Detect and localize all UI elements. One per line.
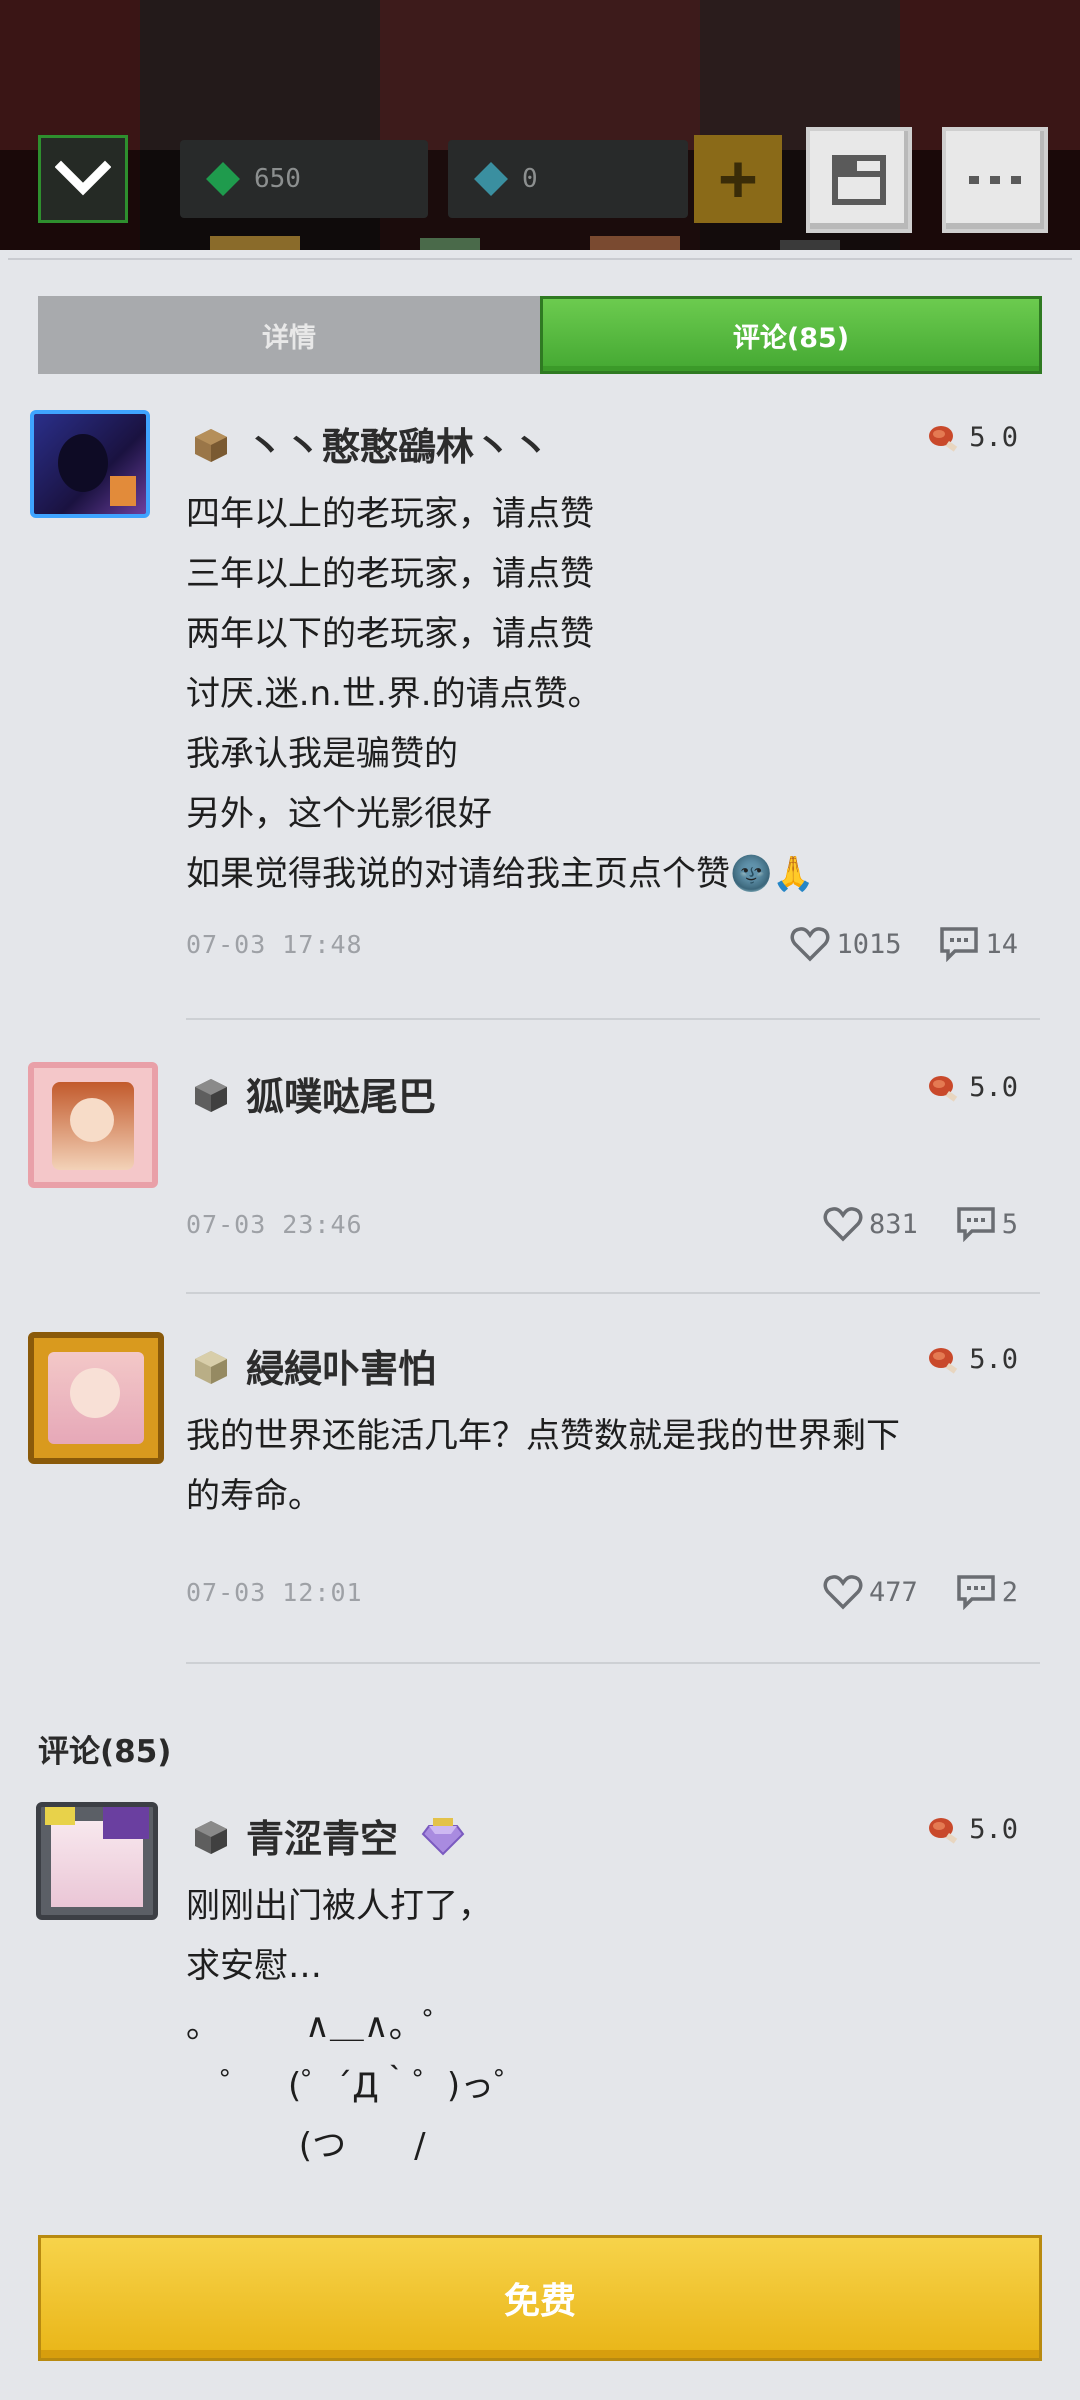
tab-details[interactable]: 详情	[38, 296, 540, 374]
like-count: 1015	[836, 928, 902, 960]
comment-item: 狐噗哒尾巴 5.0 07-03 23:46 831 5	[8, 1060, 1072, 1340]
folder-icon	[832, 155, 886, 205]
comment-item: 青涩青空 5.0 刚刚出门被人打了， 求安慰… 。 ∧＿∧。゜ ゜ (゜´Д｀゜…	[8, 1802, 1072, 2195]
reply-button[interactable]: 5	[956, 1206, 1018, 1242]
like-count: 477	[868, 1576, 918, 1608]
comment-text: 四年以上的老玩家，请点赞 三年以上的老玩家，请点赞 两年以下的老玩家，请点赞 讨…	[186, 494, 815, 894]
reply-count: 5	[1001, 1208, 1018, 1240]
top-bar: 650 0 +	[0, 0, 1080, 250]
drumstick-icon	[929, 1347, 958, 1374]
avatar[interactable]	[28, 1332, 164, 1464]
username-text: 青涩青空	[246, 1817, 399, 1861]
tab-bar: 详情 评论(85)	[38, 296, 1042, 380]
background-blocks	[0, 232, 1080, 250]
heart-icon	[790, 927, 830, 962]
more-button[interactable]	[942, 127, 1048, 233]
like-button[interactable]: 477	[823, 1574, 918, 1610]
comment-text: 刚刚出门被人打了， 求安慰… 。 ∧＿∧。゜ ゜ (゜´Д｀゜)っ゜ (つ /	[186, 1886, 529, 2166]
rating: 5.0	[927, 422, 1018, 453]
bottom-bar: 免费	[0, 2200, 1080, 2400]
diamond-count: 0	[522, 164, 538, 194]
comment-stats: 1015 14	[790, 926, 1018, 962]
more-icon	[969, 176, 1021, 184]
add-currency-button[interactable]: +	[694, 135, 782, 223]
heart-icon	[823, 1207, 863, 1242]
divider	[186, 1018, 1040, 1020]
drumstick-icon	[929, 425, 958, 452]
username[interactable]: 狐噗哒尾巴	[246, 1066, 436, 1121]
chevron-down-icon	[55, 160, 111, 196]
drumstick-icon	[929, 1075, 958, 1102]
wood-block-badge-icon	[195, 429, 227, 462]
comment-bubble-icon	[956, 1207, 995, 1242]
divider	[186, 1662, 1040, 1664]
rating-value: 5.0	[969, 422, 1018, 453]
stone-block-badge-icon	[195, 1079, 227, 1112]
emerald-icon	[206, 162, 240, 196]
comment-stats: 831 5	[823, 1206, 1018, 1242]
comment-time: 07-03 17:48	[186, 930, 363, 959]
username[interactable]: 青涩青空	[246, 1808, 465, 1863]
heart-icon	[823, 1575, 863, 1610]
reply-count: 14	[985, 928, 1018, 960]
sandstone-block-badge-icon	[195, 1351, 227, 1384]
like-button[interactable]: 1015	[790, 926, 901, 962]
divider	[186, 1292, 1040, 1294]
stone-block-badge-icon	[195, 1821, 227, 1854]
free-download-button[interactable]: 免费	[38, 2235, 1042, 2361]
comment-bubble-icon	[940, 927, 979, 962]
avatar[interactable]	[36, 1802, 158, 1920]
username[interactable]: 丶丶憨憨鷂林丶丶	[246, 416, 550, 471]
comment-time: 07-03 23:46	[186, 1210, 363, 1239]
rating-value: 5.0	[969, 1344, 1018, 1375]
comment-item: 丶丶憨憨鷂林丶丶 5.0 四年以上的老玩家，请点赞 三年以上的老玩家，请点赞 两…	[8, 410, 1072, 1030]
tab-comments[interactable]: 评论(85)	[540, 296, 1042, 374]
reply-count: 2	[1001, 1576, 1018, 1608]
comment-item: 綅綅卟害怕 5.0 我的世界还能活几年？点赞数就是我的世界剩下 的寿命。 07-…	[8, 1332, 1072, 1712]
folder-button[interactable]	[806, 127, 912, 233]
comment-stats: 477 2	[823, 1574, 1018, 1610]
comment-bubble-icon	[956, 1575, 995, 1610]
rating-value: 5.0	[969, 1072, 1018, 1103]
reply-button[interactable]: 2	[956, 1574, 1018, 1610]
content-panel: 详情 评论(85) 丶丶憨憨鷂林丶丶 5.0 四年以上的老玩家，请点赞 三年以上…	[8, 258, 1072, 2195]
purple-gem-icon	[421, 1818, 465, 1856]
like-count: 831	[868, 1208, 918, 1240]
collapse-button[interactable]	[38, 135, 128, 223]
section-title: 评论(85)	[38, 1734, 172, 1770]
comment-time: 07-03 12:01	[186, 1578, 363, 1607]
comment-text: 我的世界还能活几年？点赞数就是我的世界剩下 的寿命。	[186, 1416, 900, 1516]
rating: 5.0	[927, 1814, 1018, 1845]
drumstick-icon	[929, 1817, 958, 1844]
rating: 5.0	[927, 1072, 1018, 1103]
rating: 5.0	[927, 1344, 1018, 1375]
rating-value: 5.0	[969, 1814, 1018, 1845]
emerald-count: 650	[254, 164, 301, 194]
diamond-icon	[474, 162, 508, 196]
reply-button[interactable]: 14	[939, 926, 1018, 962]
emerald-balance: 650	[180, 140, 428, 218]
diamond-balance: 0	[448, 140, 688, 218]
username[interactable]: 綅綅卟害怕	[246, 1338, 436, 1393]
like-button[interactable]: 831	[823, 1206, 918, 1242]
plus-icon: +	[718, 142, 758, 216]
avatar[interactable]	[28, 1062, 158, 1188]
avatar[interactable]	[30, 410, 150, 518]
